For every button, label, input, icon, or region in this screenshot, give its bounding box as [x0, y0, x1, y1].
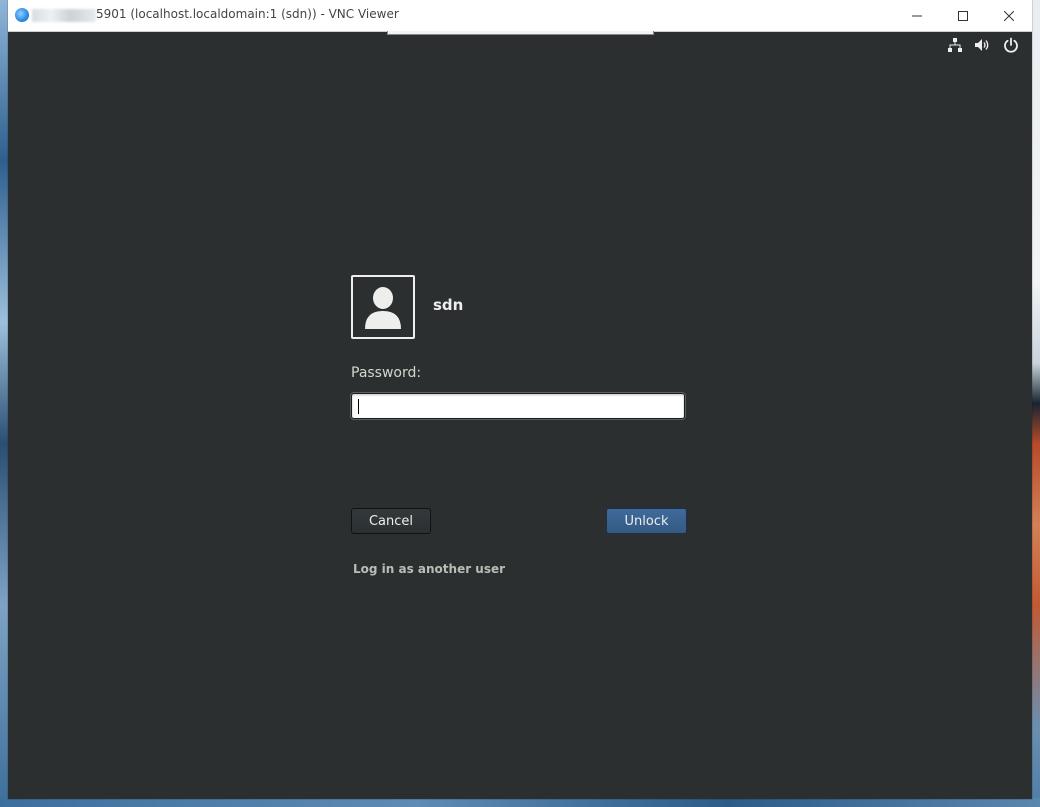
window-title: 5901 (localhost.localdomain:1 (sdn)) - V…: [96, 7, 399, 21]
power-icon[interactable]: [1002, 36, 1020, 54]
cancel-button[interactable]: Cancel: [351, 508, 431, 534]
blurred-hostname: [32, 9, 96, 22]
desktop-background-left: [0, 0, 8, 807]
log-in-as-another-user-link[interactable]: Log in as another user: [353, 562, 505, 576]
user-avatar-icon: [365, 287, 401, 329]
minimize-button[interactable]: [894, 0, 940, 31]
vnc-viewer-icon: [15, 8, 29, 22]
vnc-viewer-window: 5901 (localhost.localdomain:1 (sdn)) - V…: [8, 0, 1032, 799]
desktop-background-right: [1032, 0, 1040, 807]
close-icon: [1004, 10, 1014, 21]
unlock-button[interactable]: Unlock: [606, 508, 687, 534]
desktop-background-bottom: [0, 798, 1040, 807]
system-tray[interactable]: [946, 36, 1020, 54]
network-wired-icon[interactable]: [946, 36, 964, 54]
minimize-icon: [912, 15, 922, 16]
close-button[interactable]: [986, 0, 1032, 31]
top-panel-edge: [387, 31, 654, 35]
maximize-button[interactable]: [940, 0, 986, 31]
window-titlebar[interactable]: 5901 (localhost.localdomain:1 (sdn)) - V…: [8, 0, 1032, 32]
username-label: sdn: [433, 296, 464, 314]
password-label: Password:: [351, 365, 422, 381]
text-cursor: [358, 399, 359, 414]
user-avatar: [351, 275, 415, 339]
password-input[interactable]: [351, 393, 685, 419]
volume-icon[interactable]: [974, 36, 992, 54]
maximize-icon: [958, 10, 968, 21]
